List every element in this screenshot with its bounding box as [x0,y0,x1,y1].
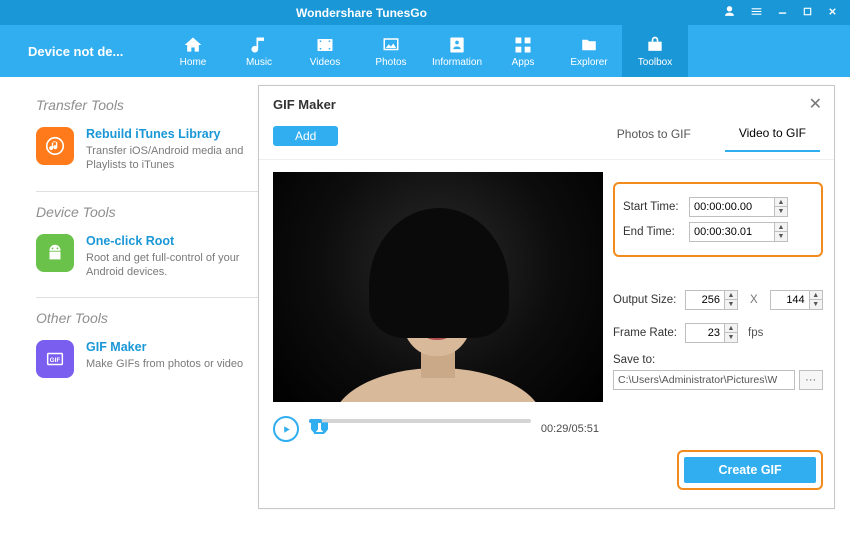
toolbox-icon [644,35,666,55]
tool-oneclick-root[interactable]: One-click Root Root and get full-control… [36,234,258,280]
navbar: Device not de... Home Music Videos Photo… [0,25,850,77]
nav-label: Apps [512,57,535,68]
nav-label: Explorer [570,57,607,68]
save-to-label: Save to: [613,354,823,366]
tool-desc: Root and get full-control of your Androi… [86,251,258,280]
explorer-icon [578,35,600,55]
settings-column: Start Time: ▲▼ End Time: ▲▼ Output Size: [609,160,834,508]
menu-icon[interactable] [750,5,763,20]
nav-label: Photos [375,57,406,68]
dialog-header: GIF Maker ✕ [259,86,834,120]
gif-maker-dialog: GIF Maker ✕ Add Photos to GIF Video to G… [258,85,835,509]
end-time-stepper[interactable]: ▲▼ [775,222,788,242]
nav-label: Home [180,57,207,68]
range-start-handle[interactable] [311,421,318,433]
end-time-label: End Time: [623,226,683,238]
apps-icon [512,35,534,55]
seek-track[interactable] [309,419,531,439]
divider [36,297,258,298]
end-time-field[interactable] [689,222,775,242]
gif-icon: GIF [36,340,74,378]
range-end-handle[interactable] [321,421,328,433]
device-status[interactable]: Device not de... [0,25,160,77]
close-icon[interactable]: ✕ [809,94,822,114]
tool-desc: Make GIFs from photos or video [86,357,243,371]
dialog-body: 00:29/05:51 Start Time: ▲▼ End Time: ▲▼ [259,160,834,508]
nav-explorer[interactable]: Explorer [556,25,622,77]
nav-home[interactable]: Home [160,25,226,77]
tool-title: GIF Maker [86,340,243,354]
nav-videos[interactable]: Videos [292,25,358,77]
add-button[interactable]: Add [273,126,338,146]
save-path-field[interactable] [613,370,795,390]
divider [36,191,258,192]
group-other-title: Other Tools [36,310,258,326]
nav-music[interactable]: Music [226,25,292,77]
output-height-stepper[interactable]: ▲▼ [810,290,823,310]
music-icon [248,35,270,55]
nav-toolbox[interactable]: Toolbox [622,25,688,77]
maximize-button[interactable] [802,6,813,19]
frame-rate-label: Frame Rate: [613,327,679,339]
tab-photos-to-gif[interactable]: Photos to GIF [603,121,705,151]
nav-information[interactable]: Information [424,25,490,77]
output-width-stepper[interactable]: ▲▼ [725,290,738,310]
video-column: 00:29/05:51 [259,160,609,508]
tool-rebuild-itunes[interactable]: Rebuild iTunes Library Transfer iOS/Andr… [36,127,258,173]
video-preview[interactable] [273,172,603,402]
output-height-field[interactable] [770,290,810,310]
play-button[interactable] [273,416,299,442]
group-device-title: Device Tools [36,204,258,220]
tool-desc: Transfer iOS/Android media and Playlists… [86,144,258,173]
start-time-label: Start Time: [623,201,683,213]
start-time-stepper[interactable]: ▲▼ [775,197,788,217]
photos-icon [380,35,402,55]
nav-items: Home Music Videos Photos Information App… [160,25,850,77]
dialog-title: GIF Maker [273,97,809,112]
tool-title: One-click Root [86,234,258,248]
create-gif-button[interactable]: Create GIF [684,457,815,483]
time-range-box: Start Time: ▲▼ End Time: ▲▼ [613,182,823,257]
video-icon [314,35,336,55]
nav-apps[interactable]: Apps [490,25,556,77]
home-icon [182,35,204,55]
nav-photos[interactable]: Photos [358,25,424,77]
app-title: Wondershare TunesGo [0,6,723,20]
nav-label: Information [432,57,482,68]
create-highlight: Create GIF [677,450,822,490]
tool-title: Rebuild iTunes Library [86,127,258,141]
nav-label: Toolbox [638,57,672,68]
android-icon [36,234,74,272]
tool-gif-maker[interactable]: GIF GIF Maker Make GIFs from photos or v… [36,340,258,378]
window-actions [723,5,850,20]
nav-label: Music [246,57,272,68]
timecode: 00:29/05:51 [541,423,599,435]
dialog-toolbar: Add Photos to GIF Video to GIF [259,120,834,160]
user-icon[interactable] [723,5,736,20]
fps-unit: fps [748,327,763,339]
svg-text:GIF: GIF [50,357,61,364]
toolbox-sidebar: Transfer Tools Rebuild iTunes Library Tr… [0,77,280,542]
group-transfer-title: Transfer Tools [36,97,258,113]
browse-button[interactable]: ··· [799,370,823,390]
itunes-icon [36,127,74,165]
x-separator: X [750,294,758,306]
video-transport: 00:29/05:51 [273,416,599,442]
nav-label: Videos [310,57,340,68]
close-button[interactable] [827,6,838,19]
minimize-button[interactable] [777,6,788,19]
start-time-field[interactable] [689,197,775,217]
contacts-icon [446,35,468,55]
output-width-field[interactable] [685,290,725,310]
frame-rate-stepper[interactable]: ▲▼ [725,323,738,343]
tab-video-to-gif[interactable]: Video to GIF [725,120,820,152]
titlebar: Wondershare TunesGo [0,0,850,25]
frame-rate-field[interactable] [685,323,725,343]
output-size-label: Output Size: [613,294,679,306]
